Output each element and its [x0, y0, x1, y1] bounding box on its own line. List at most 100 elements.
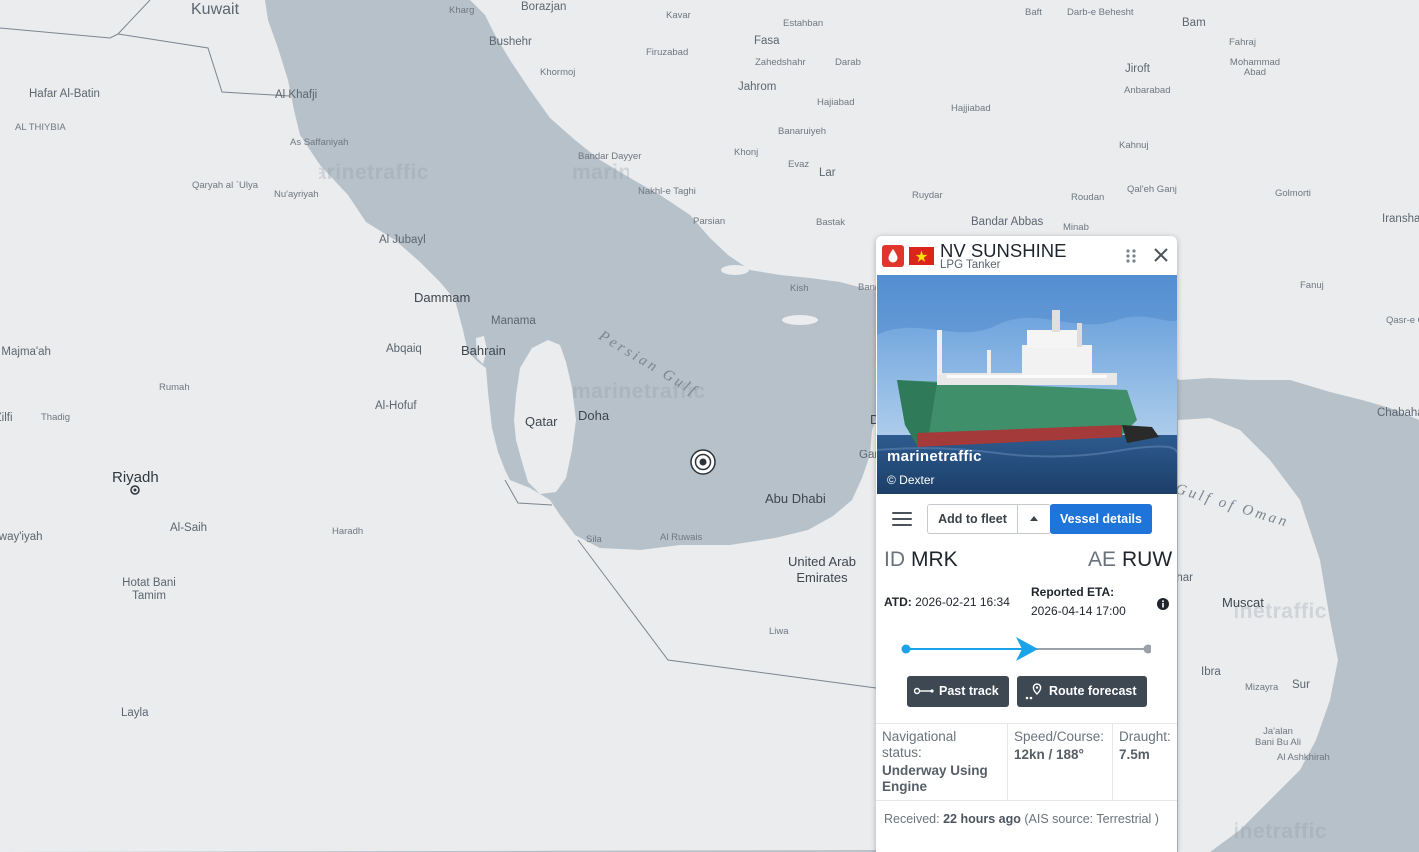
place-label: Thadig [41, 412, 71, 423]
chevron-up-icon[interactable] [1018, 505, 1050, 533]
departure-port[interactable]: ID MRK [884, 548, 958, 572]
arrival-port[interactable]: AE RUW [1088, 548, 1172, 572]
place-label: Qatar [525, 414, 558, 429]
place-label: Fanuj [1300, 280, 1324, 291]
received-value: 22 hours ago [943, 812, 1021, 826]
add-to-fleet-group: Add to fleet [927, 504, 1051, 534]
place-label: Al Ruwais [660, 532, 703, 543]
place-label: Manama [491, 315, 536, 327]
drag-handle-icon[interactable] [1125, 248, 1137, 264]
place-label: Hajiabad [817, 97, 855, 108]
place-label: Az Zilfi [0, 412, 13, 424]
map-watermark: marinetraffic [319, 161, 429, 184]
place-label: Al Khafji [275, 89, 318, 101]
nav-status-cell: Navigational status: Underway Using Engi… [876, 724, 1007, 800]
speed-course-label: Speed/Course: [1014, 729, 1105, 744]
place-label: Qal'eh Ganj [1127, 184, 1177, 195]
place-label: Zahedshahr [755, 57, 806, 68]
place-label: Al Jubayl [379, 234, 426, 246]
place-label: Al Majma'ah [0, 346, 51, 358]
place-label: Parsian [693, 216, 726, 227]
place-label: Mohammad Abad [1229, 57, 1281, 78]
place-label: Nakhl-e Taghi [638, 186, 696, 197]
add-to-fleet-button[interactable]: Add to fleet [928, 505, 1018, 533]
received-label: Received: [884, 812, 940, 826]
place-label: Doha [578, 408, 610, 423]
place-label: Qaryah al `Ulya [192, 180, 258, 191]
nav-status-value: Underway Using Engine [882, 763, 988, 794]
place-label: Jahrom [738, 81, 777, 93]
place-label: Kish [790, 283, 809, 294]
place-label: Banaruiyeh [778, 126, 827, 137]
place-label: Bushehr [489, 36, 532, 48]
map-watermark: marinetraffic [1235, 600, 1327, 623]
route-forecast-button[interactable]: Route forecast [1017, 676, 1147, 707]
place-label: Iranshahr [1382, 213, 1419, 225]
place-label: Baft [1025, 7, 1042, 18]
place-label: Roudan [1071, 192, 1105, 203]
route-forecast-icon [1025, 683, 1042, 700]
place-label: Sila [586, 534, 602, 545]
vessel-position-marker[interactable] [689, 448, 717, 476]
map-landmass [0, 0, 1419, 852]
departure-country-code: ID [884, 548, 905, 571]
tanker-type-icon [882, 245, 904, 267]
place-label: Fahraj [1229, 37, 1256, 48]
place-label: Khormoj [540, 67, 576, 78]
vessel-stats-grid: Navigational status: Underway Using Engi… [876, 723, 1177, 801]
speed-course-cell: Speed/Course: 12kn / 188° [1007, 724, 1112, 800]
place-label: Ibra [1201, 666, 1221, 678]
photo-watermark: marinetraffic [887, 448, 982, 465]
atd-label: ATD: [884, 595, 912, 609]
vietnam-flag-icon [909, 247, 934, 265]
place-label: Al-Hofuf [375, 400, 417, 412]
place-label: Minab [1063, 222, 1089, 233]
place-label: Al Quway'iyah [0, 531, 43, 543]
place-label: Hajjiabad [951, 103, 991, 114]
place-label: Golmorti [1275, 188, 1311, 199]
vessel-details-button[interactable]: Vessel details [1050, 504, 1152, 534]
place-label: Darb-e Behesht [1067, 7, 1134, 18]
map-watermark: marinetraffic [572, 161, 629, 184]
place-label: Kuwait [191, 1, 240, 18]
info-icon[interactable] [1157, 598, 1169, 610]
place-label: Bastak [816, 217, 846, 228]
place-label: Sohar [1178, 573, 1193, 584]
place-label: Lar [819, 167, 836, 179]
arrival-port-code: RUW [1122, 548, 1173, 571]
place-label: United Arab Emirates [788, 554, 856, 585]
map-watermark: marinetraffic [1235, 820, 1327, 843]
vessel-photo[interactable]: marinetraffic © Dexter [877, 275, 1177, 494]
place-label: Kavar [666, 10, 691, 21]
place-label: Estahban [783, 18, 824, 29]
place-label: Borazjan [521, 1, 567, 13]
place-label: Anbarabad [1124, 85, 1171, 96]
past-track-button[interactable]: Past track [907, 676, 1009, 707]
place-label: Evaz [788, 159, 810, 170]
arrival-country-code: AE [1088, 548, 1117, 571]
nav-status-label: Navigational status: [882, 729, 957, 760]
place-label: Ruydar [912, 190, 943, 201]
vessel-type: LPG Tanker [940, 259, 1001, 271]
place-label: Haradh [332, 526, 364, 537]
close-icon[interactable] [1152, 246, 1170, 264]
route-origin-dot [901, 644, 911, 654]
place-label: Chabahar [1377, 407, 1419, 419]
place-label: Bahrain [461, 343, 506, 358]
atd-row: ATD: 2026-02-21 16:34 [884, 595, 1010, 609]
route-progress-bar [901, 637, 1151, 661]
place-label: Firuzabad [646, 47, 689, 58]
place-label: Qasr-e Qand [1386, 315, 1419, 326]
map-canvas[interactable]: Kuwait Kharg Borazjan Kavar Estahban Baf… [0, 0, 1419, 852]
place-label: Kharg [449, 5, 475, 16]
route-destination-dot [1143, 644, 1151, 654]
place-label: AL THIYBIA [15, 122, 66, 133]
vessel-info-panel: NV SUNSHINE LPG Tanker marinetraffic © D… [876, 236, 1177, 852]
place-label: Sur [1292, 679, 1310, 691]
place-label: Darab [835, 57, 861, 68]
map-watermark: marinetraffic [572, 380, 706, 403]
menu-icon[interactable] [892, 512, 912, 528]
draught-cell: Draught: 7.5m [1112, 724, 1177, 800]
place-label: Bandar Lengeh [858, 283, 876, 293]
place-label: Abqaiq [386, 343, 422, 355]
